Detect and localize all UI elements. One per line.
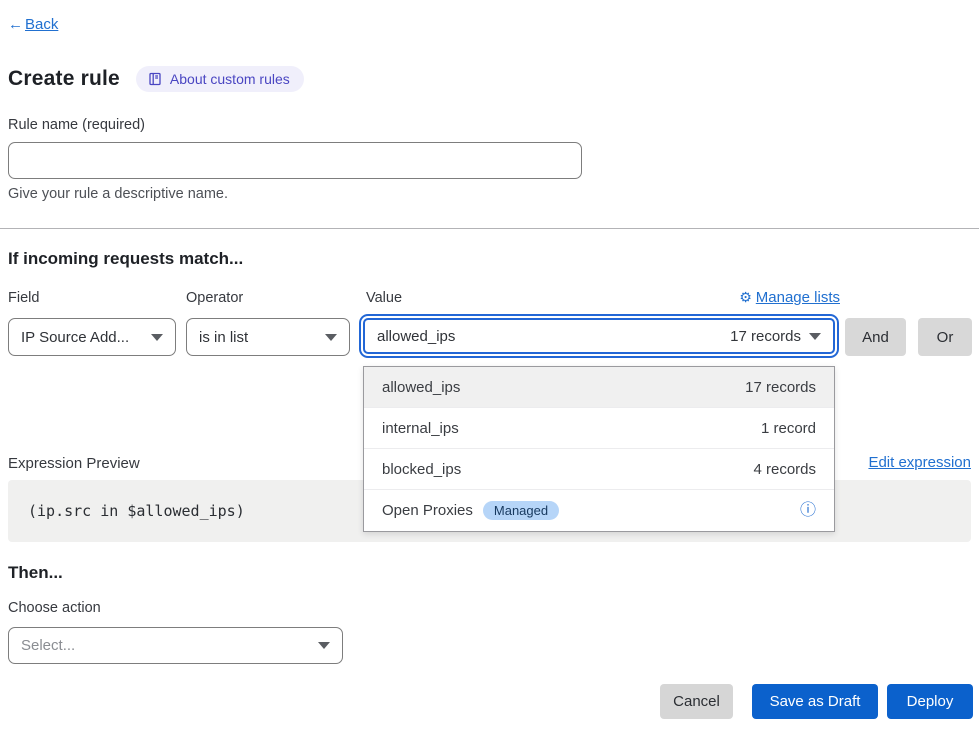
rule-name-helper-text: Give your rule a descriptive name. [8,186,228,202]
dropdown-item-allowed-ips[interactable]: allowed_ips 17 records [364,367,834,408]
operator-select[interactable]: is in list [186,318,350,356]
operator-label: Operator [186,290,243,306]
back-link[interactable]: ←Back [8,16,58,33]
choose-action-label: Choose action [8,600,101,616]
managed-badge: Managed [483,501,559,520]
action-select[interactable]: Select... [8,627,343,664]
expression-preview-label: Expression Preview [8,455,140,472]
back-link-label[interactable]: Back [25,16,58,33]
list-item-name: blocked_ips [382,461,461,478]
expression-code: (ip.src in $allowed_ips) [28,502,245,520]
operator-select-value: is in list [199,329,248,346]
field-select[interactable]: IP Source Add... [8,318,176,356]
section-divider [0,228,979,229]
cancel-button[interactable]: Cancel [660,684,733,719]
list-item-name: allowed_ips [382,379,460,396]
rule-name-input[interactable] [8,142,582,179]
book-icon [148,72,162,86]
about-custom-rules-link[interactable]: About custom rules [136,66,304,92]
list-item-name: internal_ips [382,420,459,437]
value-select-selected: allowed_ips [377,328,455,345]
list-item-records: 1 record [761,420,816,437]
dropdown-item-blocked-ips[interactable]: blocked_ips 4 records [364,449,834,490]
rule-name-label: Rule name (required) [8,117,145,133]
edit-expression-link[interactable]: Edit expression [868,454,971,471]
save-as-draft-button[interactable]: Save as Draft [752,684,878,719]
value-dropdown-panel: allowed_ips 17 records internal_ips 1 re… [363,366,835,532]
chevron-down-icon [318,642,330,649]
chevron-down-icon [151,334,163,341]
chevron-down-icon [325,334,337,341]
page-title: Create rule [8,67,120,91]
create-rule-page: ←Back Create rule About custom rules Rul… [0,0,979,739]
value-select[interactable]: allowed_ips 17 records [363,318,835,354]
dropdown-item-internal-ips[interactable]: internal_ips 1 record [364,408,834,449]
list-item-records: 17 records [745,379,816,396]
manage-lists-label[interactable]: Manage lists [756,289,840,306]
info-icon[interactable]: ⓘ [800,503,816,519]
field-label: Field [8,290,39,306]
deploy-button[interactable]: Deploy [887,684,973,719]
then-section-heading: Then... [8,563,63,583]
chevron-down-icon [809,333,821,340]
action-select-placeholder: Select... [21,637,75,654]
value-select-records: 17 records [730,328,801,345]
manage-lists-link[interactable]: ⚙Manage lists [700,289,840,306]
dropdown-item-open-proxies[interactable]: Open Proxies Managed ⓘ [364,490,834,531]
or-button[interactable]: Or [918,318,972,356]
and-button[interactable]: And [845,318,906,356]
back-arrow-icon: ← [8,16,23,33]
gear-icon: ⚙ [739,289,752,306]
field-select-value: IP Source Add... [21,329,129,346]
title-row: Create rule About custom rules [8,66,304,92]
match-section-heading: If incoming requests match... [8,249,243,269]
list-item-name: Open Proxies [382,502,473,519]
value-label: Value [366,290,402,306]
list-item-records: 4 records [753,461,816,478]
about-custom-rules-label: About custom rules [170,71,290,87]
